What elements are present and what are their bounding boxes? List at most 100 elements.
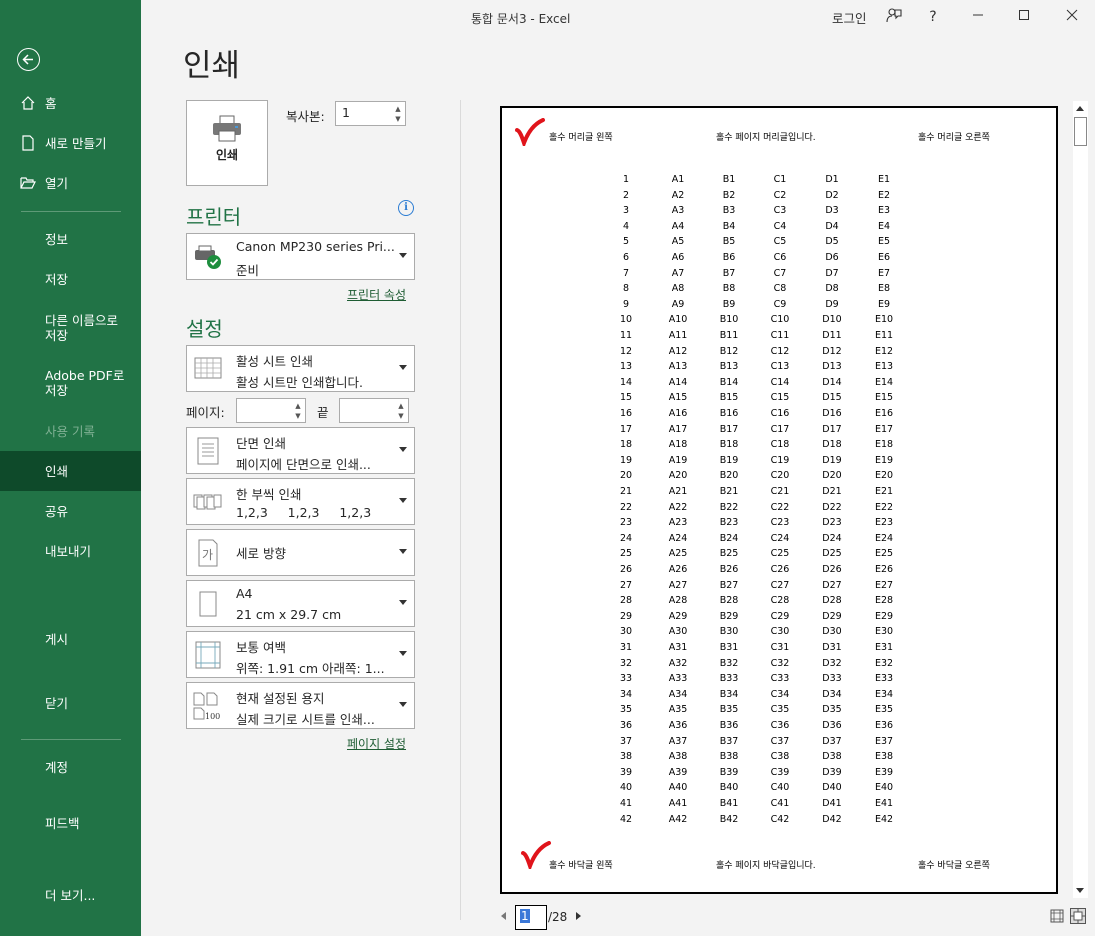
nav-more[interactable]: 더 보기... (0, 875, 141, 915)
nav-info[interactable]: 정보 (0, 219, 141, 259)
grid-cell: D24 (822, 532, 842, 544)
setting-desc: 페이지에 단면으로 인쇄... (236, 457, 371, 472)
nav-label: Adobe PDF로 저장 (45, 368, 125, 398)
back-arrow-icon[interactable] (17, 48, 40, 71)
grid-cell: C28 (770, 595, 790, 607)
margins-dropdown[interactable]: 보통 여백 위쪽: 1.91 cm 아래쪽: 1... (186, 631, 415, 678)
grid-cell: B1 (722, 174, 736, 185)
print-what-dropdown[interactable]: 활성 시트 인쇄 활성 시트만 인쇄합니다. (186, 345, 415, 392)
spin-down-icon[interactable]: ▼ (396, 411, 406, 421)
scaling-dropdown[interactable]: 100 현재 설정된 용지 실제 크기로 시트를 인쇄... (186, 682, 415, 729)
printer-properties-link[interactable]: 프린터 속성 (347, 286, 406, 303)
nav-open[interactable]: 열기 (0, 163, 141, 203)
nav-close[interactable]: 닫기 (0, 683, 141, 723)
row-number: 25 (619, 548, 633, 560)
print-preview-page: 홀수 머리글 왼쪽 홀수 페이지 머리글입니다. 홀수 머리글 오른쪽 1 A1 B… (500, 106, 1058, 894)
grid-cell: E18 (874, 439, 894, 451)
next-page-icon[interactable] (576, 912, 581, 920)
grid-cell: E30 (874, 626, 894, 638)
nav-print[interactable]: 인쇄 (0, 451, 141, 491)
page-setup-link[interactable]: 페이지 설정 (347, 735, 406, 752)
window-title: 통합 문서3 - Excel (471, 12, 571, 26)
grid-cell: E27 (874, 579, 894, 591)
page-from-input[interactable]: ▲ ▼ (236, 398, 306, 423)
collate-dropdown[interactable]: 한 부씩 인쇄 1,2,3 1,2,3 1,2,3 (186, 478, 415, 525)
help-icon[interactable]: ? (922, 6, 944, 28)
nav-account[interactable]: 계정 (0, 747, 141, 787)
nav-save-adobe-pdf[interactable]: Adobe PDF로 저장 (0, 359, 141, 407)
spin-down-icon[interactable]: ▼ (293, 411, 303, 421)
spin-up-icon[interactable]: ▲ (396, 401, 406, 411)
nav-save-as[interactable]: 다른 이름으로 저장 (0, 304, 141, 352)
grid-cell: D36 (822, 720, 842, 731)
grid-cell: B24 (719, 532, 739, 544)
dropdown-arrow-icon (399, 702, 407, 707)
grid-cell: D27 (822, 579, 842, 591)
row-number: 16 (619, 408, 633, 419)
show-margins-icon[interactable] (1049, 908, 1065, 924)
printer-dropdown[interactable]: Canon MP230 series Pri... 준비 (186, 233, 415, 280)
row-number: 13 (619, 361, 633, 373)
grid-cell: A42 (668, 813, 688, 825)
minimize-icon[interactable] (967, 6, 989, 28)
nav-feedback[interactable]: 피드백 (0, 803, 141, 843)
zoom-to-page-icon[interactable] (1070, 908, 1086, 924)
preview-scrollbar[interactable] (1073, 101, 1088, 898)
page-to-input[interactable]: ▲ ▼ (339, 398, 409, 423)
row-number: 12 (619, 345, 633, 357)
nav-home[interactable]: 홈 (0, 83, 141, 123)
scroll-down-icon[interactable] (1076, 888, 1084, 893)
dropdown-arrow-icon (399, 651, 407, 656)
grid-cell: C25 (770, 548, 790, 560)
grid-cell: D33 (822, 673, 842, 685)
nav-export[interactable]: 내보내기 (0, 531, 141, 571)
grid-cell: D41 (822, 798, 842, 809)
maximize-icon[interactable] (1013, 6, 1035, 28)
grid-cell: B16 (719, 408, 739, 419)
print-button[interactable]: 인쇄 (186, 100, 268, 186)
login-link[interactable]: 로그인 (832, 8, 867, 27)
grid-cell: D31 (822, 642, 842, 653)
nav-label: 게시 (45, 631, 69, 647)
grid-cell: C14 (770, 376, 790, 388)
info-icon[interactable]: i (398, 200, 414, 216)
nav-save[interactable]: 저장 (0, 259, 141, 299)
prev-page-icon[interactable] (501, 912, 506, 920)
nav-share[interactable]: 공유 (0, 491, 141, 531)
row-number: 15 (619, 392, 633, 404)
grid-cell: D29 (822, 610, 842, 622)
grid-cell: E34 (874, 688, 894, 700)
scroll-up-icon[interactable] (1076, 106, 1084, 111)
current-page-input[interactable]: 1 (515, 905, 547, 930)
sides-dropdown[interactable]: 단면 인쇄 페이지에 단면으로 인쇄... (186, 427, 415, 474)
grid-cell: A9 (671, 298, 685, 310)
spin-down-icon[interactable]: ▼ (393, 114, 403, 124)
page-title: 인쇄 (183, 48, 241, 84)
grid-cell: B12 (719, 345, 739, 357)
svg-text:100: 100 (205, 712, 220, 721)
close-icon[interactable] (1061, 6, 1083, 28)
grid-cell: C32 (770, 657, 790, 669)
grid-cell: E17 (874, 423, 894, 435)
grid-cell: E36 (874, 720, 894, 731)
nav-new[interactable]: 새로 만들기 (0, 123, 141, 163)
grid-cell: A40 (668, 782, 688, 794)
scroll-thumb[interactable] (1074, 117, 1087, 146)
grid-cell: C29 (770, 610, 790, 622)
feedback-icon[interactable] (883, 6, 905, 28)
grid-cell: C34 (770, 688, 790, 700)
grid-cell: C1 (773, 174, 787, 185)
grid-cell: E35 (874, 704, 894, 716)
orientation-dropdown[interactable]: 가 세로 방향 (186, 529, 415, 576)
spin-up-icon[interactable]: ▲ (293, 401, 303, 411)
spin-up-icon[interactable]: ▲ (393, 104, 403, 114)
paper-size-dropdown[interactable]: A4 21 cm x 29.7 cm (186, 580, 415, 627)
header-center: 홀수 페이지 머리글입니다. (716, 133, 816, 143)
nav-publish[interactable]: 게시 (0, 619, 141, 659)
copies-input[interactable]: 1 ▲ ▼ (335, 101, 406, 126)
grid-cell: D2 (825, 189, 839, 201)
grid-cell: C38 (770, 751, 790, 763)
grid-cell: B23 (719, 517, 739, 529)
row-number: 20 (619, 470, 633, 482)
dropdown-arrow-icon (399, 447, 407, 452)
